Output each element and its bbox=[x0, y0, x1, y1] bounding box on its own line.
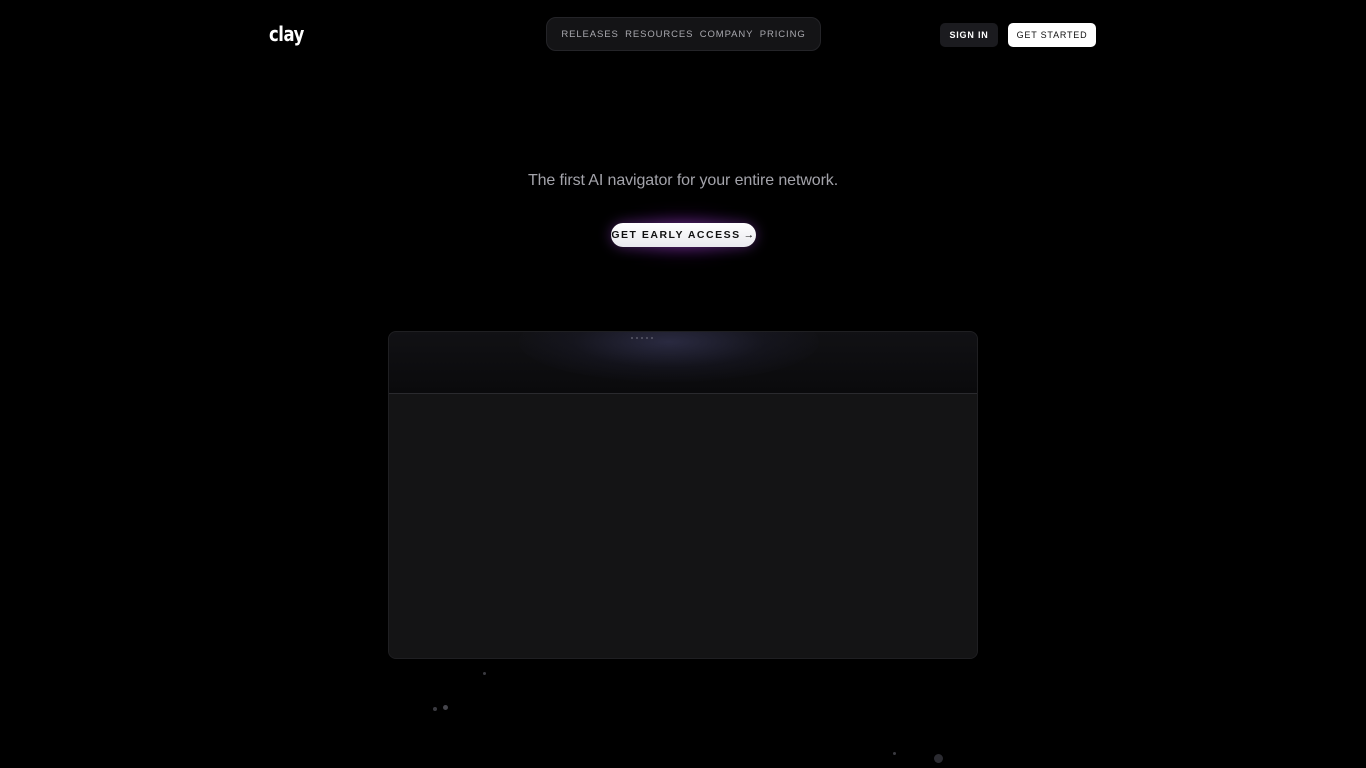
top-navigation-bar: clay RELEASES RESOURCES COMPANY PRICING … bbox=[0, 0, 1366, 70]
sparkle-decoration bbox=[934, 754, 943, 763]
sign-in-button[interactable]: SIGN IN bbox=[940, 23, 998, 47]
cta-label: GET EARLY ACCESS bbox=[611, 229, 741, 241]
get-early-access-button[interactable]: GET EARLY ACCESS → bbox=[611, 223, 756, 247]
nav-item-pricing[interactable]: PRICING bbox=[760, 29, 806, 40]
app-preview-window bbox=[388, 331, 978, 659]
app-preview-body bbox=[389, 394, 977, 658]
drag-dots-icon[interactable] bbox=[631, 337, 653, 339]
sparkle-decoration bbox=[483, 672, 486, 675]
arrow-right-icon: → bbox=[743, 229, 756, 241]
clay-logo[interactable]: clay bbox=[269, 22, 304, 46]
main-nav: RELEASES RESOURCES COMPANY PRICING bbox=[546, 17, 821, 51]
nav-item-releases[interactable]: RELEASES bbox=[561, 29, 618, 40]
nav-item-resources[interactable]: RESOURCES bbox=[625, 29, 693, 40]
sparkle-decoration bbox=[893, 752, 896, 755]
app-preview-header bbox=[389, 332, 977, 394]
sparkle-decoration bbox=[443, 705, 448, 710]
nav-item-company[interactable]: COMPANY bbox=[700, 29, 754, 40]
header-glow-effect bbox=[519, 332, 819, 382]
get-started-button[interactable]: GET STARTED bbox=[1008, 23, 1096, 47]
sparkle-decoration bbox=[433, 707, 437, 711]
hero-tagline: The first AI navigator for your entire n… bbox=[527, 172, 839, 189]
